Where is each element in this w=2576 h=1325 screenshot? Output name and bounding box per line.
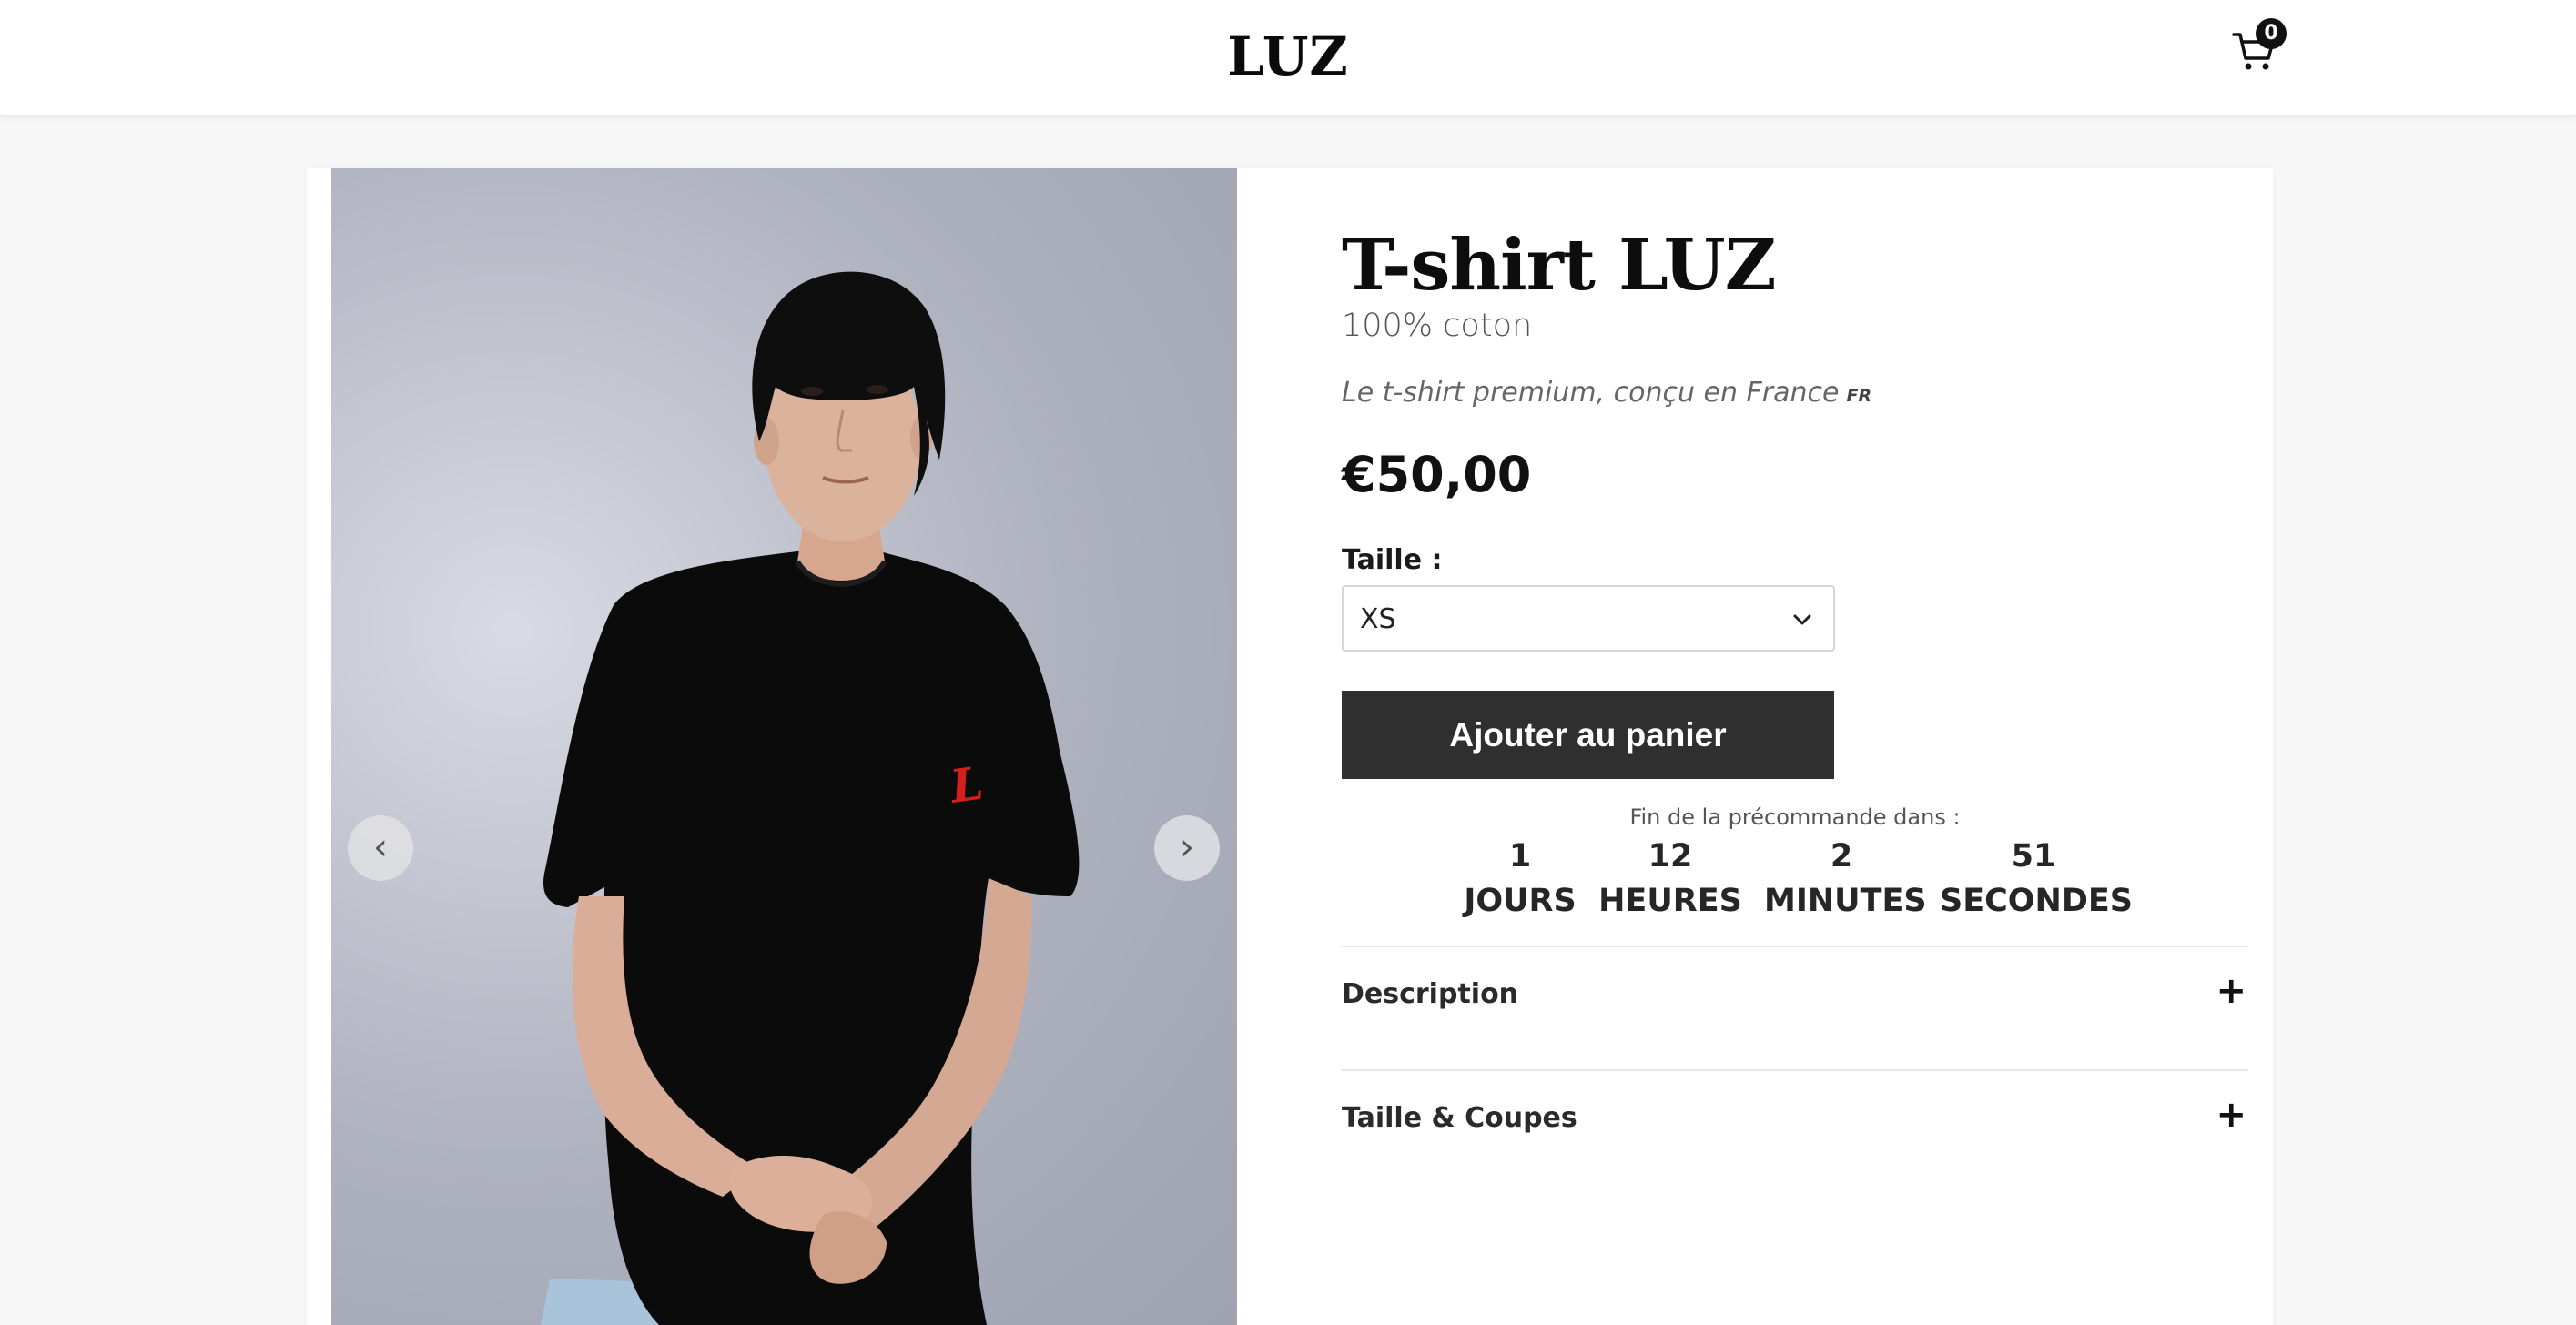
countdown-minutes-unit: MINUTES	[1764, 883, 1927, 919]
size-label: Taille :	[1342, 544, 1443, 576]
site-logo[interactable]: LUZ	[1227, 25, 1349, 87]
plus-icon: +	[2216, 1094, 2246, 1136]
countdown-hours-unit: HEURES	[1598, 883, 1742, 919]
top-bar: LUZ 0	[0, 0, 2576, 116]
product-tagline: Le t-shirt premium, conçu en France FR	[1342, 377, 1871, 409]
product-price: €50,00	[1342, 446, 1532, 503]
gallery-next-button[interactable]: ›	[1154, 815, 1220, 881]
countdown-days-unit: JOURS	[1464, 883, 1577, 919]
cart-count-badge: 0	[2256, 18, 2287, 49]
countdown-seconds: 51 SECONDES	[1940, 834, 2134, 923]
divider	[1342, 1069, 2248, 1071]
cart-button[interactable]: 0	[2228, 18, 2294, 87]
countdown-days: 1 JOURS	[1456, 834, 1584, 923]
product-title: T-shirt LUZ	[1342, 224, 1777, 307]
divider	[1342, 946, 2248, 947]
gallery-prev-button[interactable]: ‹	[348, 815, 413, 881]
countdown-hours-value: 12	[1648, 838, 1693, 875]
product-photo: L	[541, 271, 1080, 1325]
size-select-value: XS	[1360, 603, 1396, 635]
size-select[interactable]: XS	[1342, 585, 1835, 652]
chevron-down-icon	[1793, 614, 1811, 625]
accordion-description-label: Description	[1342, 978, 1519, 1010]
chevron-right-icon: ›	[1180, 826, 1194, 868]
plus-icon: +	[2216, 970, 2246, 1012]
accordion-size-fit-label: Taille & Coupes	[1342, 1102, 1577, 1134]
tagline-text: Le t-shirt premium, conçu en France	[1342, 377, 1840, 409]
countdown-minutes: 2 MINUTES	[1764, 834, 1927, 923]
preorder-countdown-label: Fin de la précommande dans :	[1629, 804, 1961, 830]
countdown-days-value: 1	[1508, 838, 1532, 875]
countdown-hours: 12 HEURES	[1597, 834, 1743, 923]
countdown-minutes-value: 2	[1830, 838, 1853, 875]
product-subtitle: 100% coton	[1342, 308, 1533, 344]
add-to-cart-button[interactable]: Ajouter au panier	[1342, 691, 1834, 779]
flag-fr-icon: FR	[1846, 386, 1872, 406]
product-image-gallery[interactable]: L // nothing: logo text bound below	[331, 168, 1237, 1325]
countdown-seconds-unit: SECONDES	[1940, 883, 2134, 919]
accordion-description[interactable]: Description +	[1342, 965, 2248, 1028]
chevron-left-icon: ‹	[373, 826, 388, 868]
countdown-seconds-value: 51	[2011, 838, 2056, 875]
accordion-size-fit[interactable]: Taille & Coupes +	[1342, 1088, 2248, 1152]
